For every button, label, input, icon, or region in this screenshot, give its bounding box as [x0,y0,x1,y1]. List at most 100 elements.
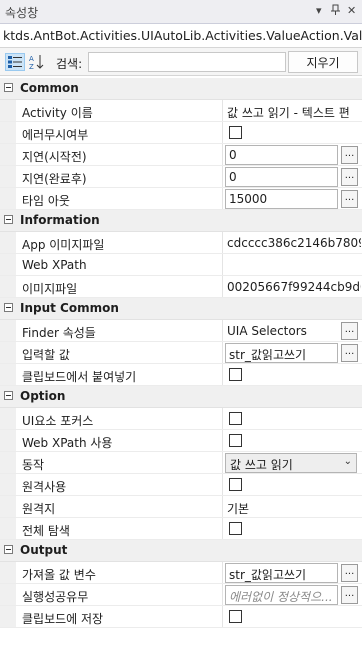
collapse-toggle-icon[interactable] [4,83,13,92]
property-row[interactable]: 이미지파일 00205667f99244cb9d0d4 [0,276,362,298]
property-name: 지연(시작전) [22,150,87,164]
selected-object-name: ktds.AntBot.Activities.UIAutoLib.Activit… [0,24,362,48]
close-icon[interactable]: ✕ [347,4,356,18]
property-name: 원격사용 [22,480,67,494]
row-gutter [0,452,16,473]
property-row[interactable]: 클립보드에 저장 [0,606,362,628]
property-name: 실행성공유무 [22,590,89,604]
property-row[interactable]: 동작 값 쓰고 읽기 ⌄ [0,452,362,474]
property-name: 원격지 [22,502,56,516]
property-name: Activity 이름 [22,106,93,120]
category-name: Output [20,543,68,557]
property-row[interactable]: 실행성공유무 에러없이 정상적으...... [0,584,362,606]
category-header[interactable]: Information [0,210,362,232]
property-value: 기본 [227,502,250,516]
property-row[interactable]: Web XPath 사용 [0,430,362,452]
ellipsis-button[interactable]: ... [341,344,358,362]
property-dropdown[interactable]: 값 쓰고 읽기 ⌄ [225,453,357,473]
categorized-view-button[interactable] [5,53,25,71]
property-name: App 이미지파일 [22,238,105,252]
category-header[interactable]: Output [0,540,362,562]
property-input[interactable]: str_값읽고쓰기 [225,343,338,363]
column-divider [222,496,223,517]
row-gutter [0,584,16,605]
row-gutter [0,430,16,451]
property-input[interactable]: str_값읽고쓰기 [225,563,338,583]
property-value: 값 쓰고 읽기 - 텍스트 편 [227,106,350,120]
property-row[interactable]: Web XPath [0,254,362,276]
property-row[interactable]: 전체 탐색 [0,518,362,540]
collapse-toggle-icon[interactable] [4,391,13,400]
alphabetical-sort-button[interactable]: A Z [27,53,47,71]
category-header[interactable]: Common [0,78,362,100]
property-grid: Common Activity 이름 값 쓰고 읽기 - 텍스트 편 에러무시여부 지연… [0,78,362,628]
row-gutter [0,408,16,429]
property-checkbox[interactable] [229,126,242,139]
row-gutter [0,166,16,187]
property-checkbox[interactable] [229,368,242,381]
property-name: 클립보드에서 붙여넣기 [22,370,137,384]
row-gutter [0,474,16,495]
property-checkbox[interactable] [229,610,242,623]
property-row[interactable]: App 이미지파일 cdcccc386c2146b780930 [0,232,362,254]
column-divider [222,430,223,451]
property-row[interactable]: 지연(시작전) 0... [0,144,362,166]
pin-icon[interactable] [331,4,341,20]
collapse-toggle-icon[interactable] [4,545,13,554]
property-row[interactable]: 원격사용 [0,474,362,496]
property-row[interactable]: 클립보드에서 붙여넣기 [0,364,362,386]
ellipsis-button[interactable]: ... [341,190,358,208]
property-checkbox[interactable] [229,478,242,491]
ellipsis-button[interactable]: ... [341,564,358,582]
row-gutter [0,254,16,275]
property-row[interactable]: Activity 이름 값 쓰고 읽기 - 텍스트 편 [0,100,362,122]
property-input[interactable]: 0 [225,145,338,165]
column-divider [222,320,223,341]
ellipsis-button[interactable]: ... [341,322,358,340]
column-divider [222,452,223,473]
property-value: 0 [229,170,237,184]
property-name: 클립보드에 저장 [22,612,104,626]
ellipsis-button[interactable]: ... [341,146,358,164]
svg-text:A: A [29,55,34,63]
property-row[interactable]: 에러무시여부 [0,122,362,144]
category-header[interactable]: Input Common [0,298,362,320]
row-gutter [0,188,16,209]
property-row[interactable]: 타임 아웃 15000... [0,188,362,210]
property-row[interactable]: 가져올 값 변수 str_값읽고쓰기... [0,562,362,584]
ellipsis-button[interactable]: ... [341,586,358,604]
clear-search-button[interactable]: 지우기 [288,51,358,73]
dropdown-arrow-icon[interactable]: ▾ [316,4,322,18]
property-input[interactable]: 에러없이 정상적으... [225,585,338,605]
collapse-toggle-icon[interactable] [4,303,13,312]
search-label: 검색: [56,57,83,71]
property-checkbox[interactable] [229,412,242,425]
property-row[interactable]: 지연(완료후) 0... [0,166,362,188]
property-name: 전체 탐색 [22,524,70,538]
column-divider [222,100,223,121]
row-gutter [0,342,16,363]
alphabetical-sort-icon: A Z [29,55,44,70]
ellipsis-button[interactable]: ... [341,168,358,186]
property-row[interactable]: 원격지 기본 [0,496,362,518]
property-input[interactable]: 0 [225,167,338,187]
category-name: Information [20,213,100,227]
categorized-view-icon [8,56,22,68]
property-row[interactable]: Finder 속성들 UIA Selectors... [0,320,362,342]
search-input[interactable] [88,52,286,72]
property-name: 지연(완료후) [22,172,87,186]
property-input[interactable]: 15000 [225,189,338,209]
row-gutter [0,232,16,253]
column-divider [222,584,223,605]
property-row[interactable]: UI요소 포커스 [0,408,362,430]
property-checkbox[interactable] [229,522,242,535]
property-value: 0 [229,148,237,162]
property-name: 입력할 값 [22,348,70,362]
category-header[interactable]: Option [0,386,362,408]
property-value: 에러없이 정상적으... [229,590,333,604]
property-checkbox[interactable] [229,434,242,447]
property-row[interactable]: 입력할 값 str_값읽고쓰기... [0,342,362,364]
row-gutter [0,144,16,165]
collapse-toggle-icon[interactable] [4,215,13,224]
row-gutter [0,276,16,297]
